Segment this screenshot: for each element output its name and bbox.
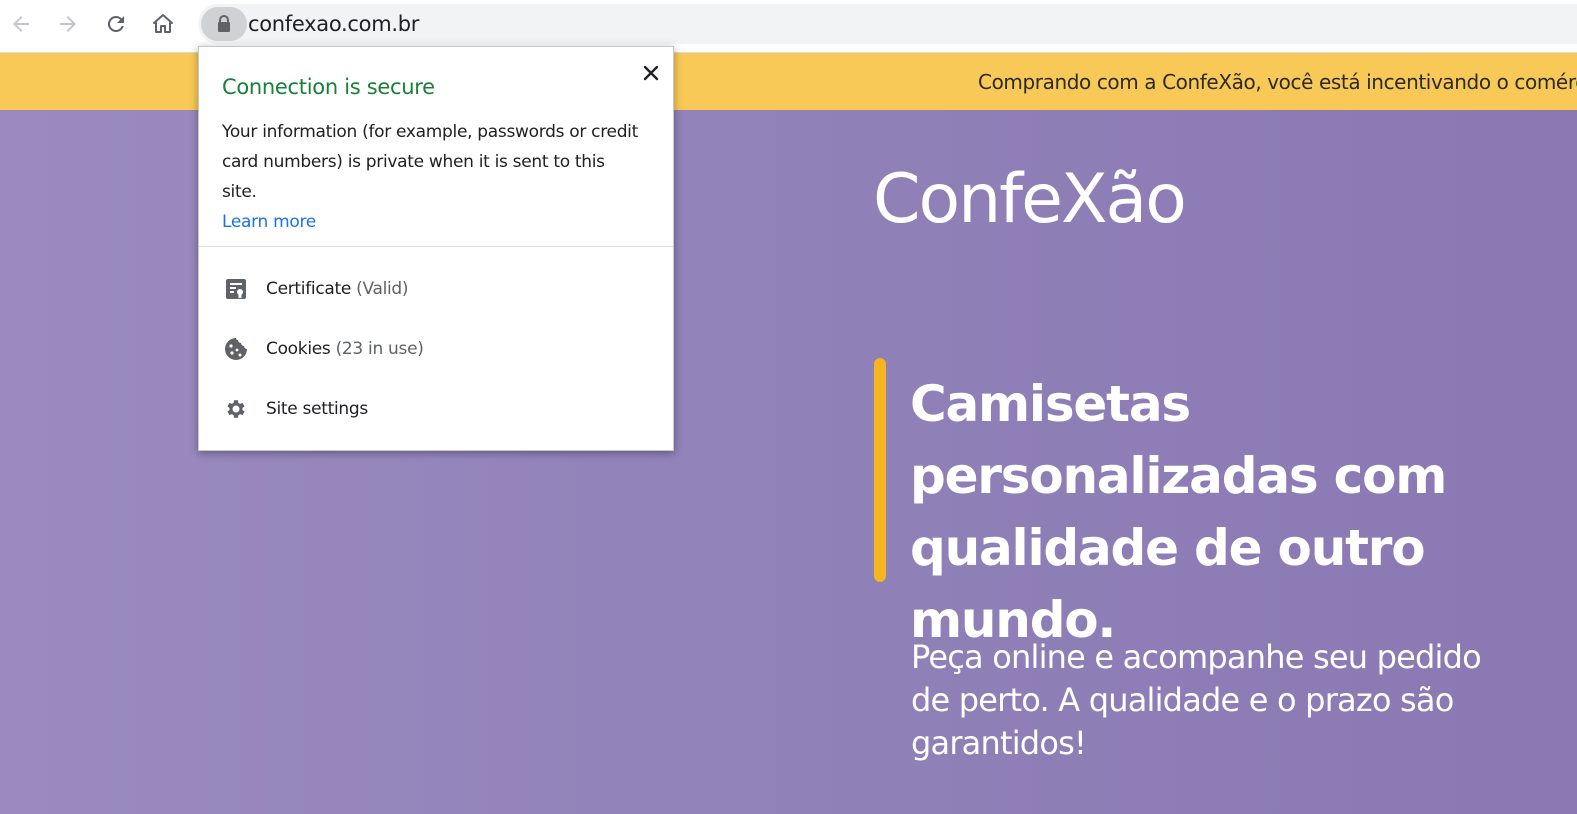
- cookie-icon: [223, 336, 249, 362]
- close-icon: [643, 65, 659, 81]
- banner-text: Comprando com a ConfeXão, você está ince…: [978, 70, 1577, 94]
- home-button[interactable]: [147, 8, 179, 40]
- forward-arrow-icon: [60, 16, 76, 32]
- certificate-icon: [223, 276, 249, 302]
- back-arrow-icon: [13, 16, 29, 32]
- site-logo[interactable]: ConfeXão: [873, 166, 1187, 234]
- cookies-text: Cookies: [266, 339, 331, 359]
- cookies-item[interactable]: Cookies (23 in use): [199, 324, 673, 374]
- gear-icon: [223, 396, 249, 422]
- certificate-label: Certificate (Valid): [266, 279, 409, 299]
- learn-more-link[interactable]: Learn more: [222, 207, 642, 237]
- reload-button[interactable]: [100, 8, 132, 40]
- site-info-button[interactable]: [201, 7, 247, 41]
- popup-title: Connection is secure: [222, 75, 435, 99]
- close-button[interactable]: [637, 59, 665, 87]
- cookies-label: Cookies (23 in use): [266, 339, 424, 359]
- hero-headline: Camisetas personalizadas com qualidade d…: [910, 375, 1447, 649]
- connection-info-popup: Connection is secure Your information (f…: [198, 46, 674, 451]
- divider: [199, 246, 673, 247]
- certificate-text: Certificate: [266, 279, 352, 299]
- accent-bar: [874, 358, 886, 582]
- back-button[interactable]: [5, 8, 37, 40]
- reload-icon: [107, 15, 124, 32]
- certificate-status: (Valid): [356, 279, 409, 299]
- url-text[interactable]: confexao.com.br: [248, 12, 419, 36]
- cookies-count: (23 in use): [335, 339, 424, 359]
- hero-subline: Peça online e acompanhe seu pedido de pe…: [911, 638, 1482, 762]
- popup-description: Your information (for example, passwords…: [222, 117, 642, 237]
- site-settings-item[interactable]: Site settings: [199, 384, 673, 434]
- site-settings-label: Site settings: [266, 399, 368, 419]
- home-icon: [153, 14, 173, 33]
- description-text: Your information (for example, passwords…: [222, 122, 638, 202]
- forward-button[interactable]: [52, 8, 84, 40]
- lock-icon: [218, 15, 230, 32]
- certificate-item[interactable]: Certificate (Valid): [199, 264, 673, 314]
